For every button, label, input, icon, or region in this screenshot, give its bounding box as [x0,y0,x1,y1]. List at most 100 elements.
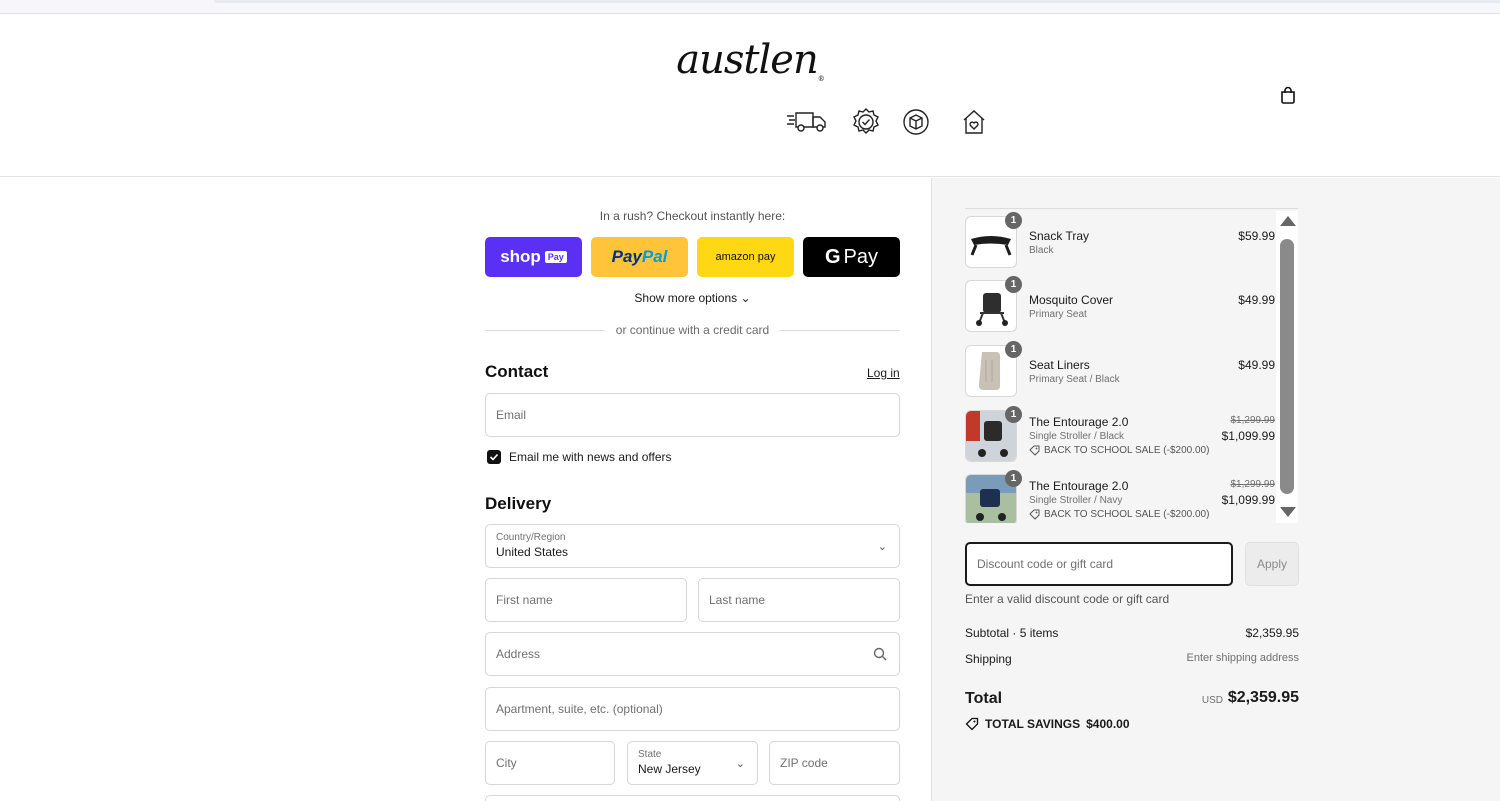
login-link[interactable]: Log in [867,366,900,380]
total-row: Total USD $2,359.95 [965,688,1299,710]
shopping-bag-icon[interactable] [1278,85,1298,105]
show-more-options-label: Show more options [634,291,738,305]
cart-item: 1 Seat Liners Primary Seat / Black $49.9… [965,341,1275,397]
express-checkout-buttons: shop Pay Pay Pal amazon pay G Pay [485,237,900,277]
scroll-down-arrow[interactable] [1280,507,1296,517]
google-pay-label: Pay [843,245,879,268]
total-label: Total [965,690,1003,707]
amazon-pay-button[interactable]: amazon pay [697,237,794,277]
scroll-up-arrow[interactable] [1280,216,1296,226]
address-bar-edge [214,0,1500,3]
item-variant: Single Stroller / Navy [1029,495,1123,506]
last-name-field[interactable] [698,578,900,622]
chevron-down-icon: ⌄ [735,758,745,770]
item-discount: BACK TO SCHOOL SALE (-$200.00) [1029,509,1209,520]
newsletter-checkbox[interactable] [487,450,501,464]
item-price: $1,099.99 [1221,493,1275,507]
zip-field[interactable] [769,741,900,785]
shop-pay-badge: Pay [544,251,567,263]
tag-icon [965,717,979,731]
cart-scrollbar[interactable] [1276,211,1298,523]
fast-shipping-truck-icon [787,112,826,132]
cart-item: 1 The Entourage 2.0 Single Stroller / Na… [965,470,1276,523]
item-name: Snack Tray [1029,229,1090,243]
cart-item-list: 1 Snack Tray Black $59.99 1 Mosquito Cov… [965,208,1298,523]
item-price: $59.99 [1238,229,1275,243]
home-heart-icon [963,110,985,134]
quantity-badge: 1 [1005,406,1022,423]
google-pay-button[interactable]: G Pay [803,237,900,277]
state-value: New Jersey [638,762,701,776]
shop-pay-label: shop [500,247,541,266]
item-discount-label: BACK TO SCHOOL SALE (-$200.00) [1044,509,1210,520]
city-field[interactable] [485,741,615,785]
site-header: austlen® [0,15,1500,177]
country-select[interactable]: Country/Region United States ⌄ [485,524,900,568]
item-discount: BACK TO SCHOOL SALE (-$200.00) [1029,445,1209,456]
zip-input[interactable] [770,742,899,784]
total-currency: USD [1201,695,1223,706]
phone-field-partial[interactable] [485,795,900,801]
apartment-input[interactable] [486,688,899,730]
order-summary-column: 1 Snack Tray Black $59.99 1 Mosquito Cov… [931,178,1500,801]
item-variant: Primary Seat [1029,309,1087,320]
item-name: Seat Liners [1029,358,1090,372]
google-g-icon: G [824,245,841,268]
quantity-badge: 1 [1005,212,1022,229]
discount-code-input[interactable] [967,544,1231,584]
item-original-price: $1,299.99 [1230,415,1276,426]
item-variant: Black [1029,245,1054,256]
subtotal-value: $2,359.95 [1245,626,1299,640]
quantity-badge: 1 [1005,470,1022,487]
logo-registered-mark: ® [817,75,825,83]
paypal-button[interactable]: Pay Pal [591,237,688,277]
show-more-options-link[interactable]: Show more options ⌄ [485,291,900,305]
shipping-label: Shipping [965,652,1012,666]
city-input[interactable] [486,742,614,784]
address-input[interactable] [486,633,899,675]
quantity-badge: 1 [1005,341,1022,358]
checkout-form-column: In a rush? Checkout instantly here: shop… [0,178,931,801]
address-field[interactable] [485,632,900,676]
browser-toolbar [0,0,1500,14]
discount-code-field[interactable] [965,542,1233,586]
email-input[interactable] [486,394,899,436]
tag-icon [1029,445,1040,456]
cart-item: 1 Snack Tray Black $59.99 [965,212,1275,268]
total-savings: TOTAL SAVINGS $400.00 [965,717,1130,731]
shipping-row: Shipping Enter shipping address [965,652,1299,666]
item-price: $49.99 [1238,293,1275,307]
divider-text: or continue with a credit card [605,323,780,337]
brand-logo[interactable]: austlen® [0,37,1500,83]
paypal-label-part-2: Pal [641,247,668,266]
country-value: United States [496,545,569,559]
apartment-field[interactable] [485,687,900,731]
shop-pay-button[interactable]: shop Pay [485,237,582,277]
search-icon [873,647,887,661]
verified-badge-icon [853,108,879,134]
delivery-heading: Delivery [485,494,552,513]
email-field[interactable] [485,393,900,437]
cart-item: 1 Mosquito Cover Primary Seat $49.99 [965,276,1275,332]
chevron-down-icon: ⌄ [877,541,887,553]
state-select[interactable]: State New Jersey ⌄ [627,741,758,785]
last-name-input[interactable] [699,579,899,621]
item-name: Mosquito Cover [1029,293,1114,307]
total-savings-label: TOTAL SAVINGS [985,717,1081,731]
newsletter-opt-in[interactable]: Email me with news and offers [487,449,672,465]
item-variant: Primary Seat / Black [1029,374,1120,385]
item-original-price: $1,299.99 [1230,479,1276,490]
country-label: Country/Region [496,532,566,543]
first-name-field[interactable] [485,578,687,622]
quantity-badge: 1 [1005,276,1022,293]
contact-heading: Contact [485,362,549,381]
scroll-thumb[interactable] [1280,239,1294,494]
item-price: $49.99 [1238,358,1275,372]
item-name: The Entourage 2.0 [1029,479,1129,493]
item-variant: Single Stroller / Black [1029,431,1125,442]
first-name-input[interactable] [486,579,686,621]
discount-hint: Enter a valid discount code or gift card [965,592,1170,606]
apply-discount-button[interactable]: Apply [1245,542,1299,586]
subtotal-row: Subtotal · 5 items $2,359.95 [965,626,1299,640]
express-checkout-prompt: In a rush? Checkout instantly here: [599,209,786,223]
